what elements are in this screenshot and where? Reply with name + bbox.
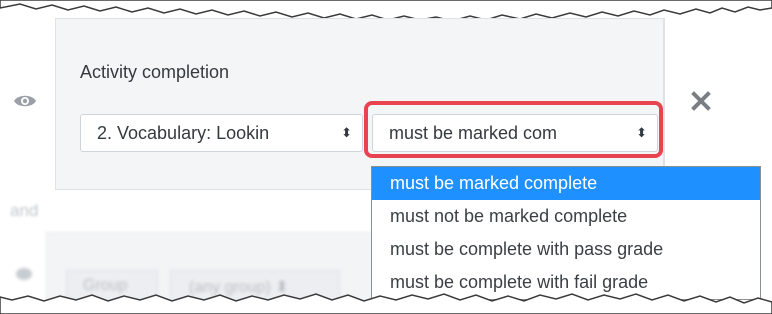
eye-icon[interactable] [13,93,37,109]
highlight-annotation [364,101,663,158]
background-label-blurred: and [10,201,39,220]
close-icon[interactable] [690,90,712,112]
activity-select[interactable]: 2. Vocabulary: Lookin ⬍ [80,114,363,152]
background-eye-icon [16,268,32,280]
dropdown-option-marked-complete[interactable]: must be marked complete [372,167,760,200]
activity-completion-label: Activity completion [80,62,230,82]
torn-edge-bottom [0,293,772,314]
activity-select-value: 2. Vocabulary: Lookin [97,123,270,143]
select-arrows-icon: ⬍ [341,125,352,140]
panel-divider [664,18,665,190]
dropdown-option-not-marked-complete[interactable]: must not be marked complete [372,200,760,233]
dropdown-option-pass-grade[interactable]: must be complete with pass grade [372,233,760,266]
condition-dropdown-list: must be marked complete must not be mark… [371,166,761,300]
